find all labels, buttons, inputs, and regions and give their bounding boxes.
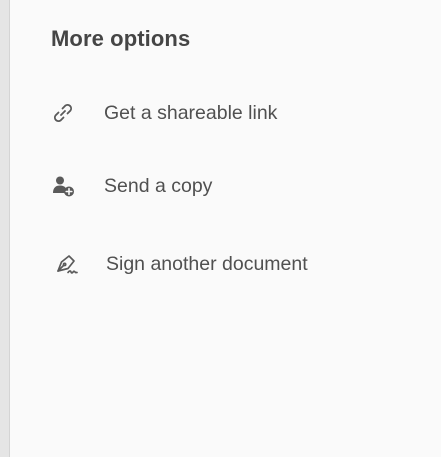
add-person-icon (48, 171, 78, 201)
send-a-copy-label: Send a copy (104, 174, 213, 197)
panel-title: More options (51, 26, 191, 51)
send-a-copy-button[interactable]: Send a copy (48, 166, 408, 206)
link-icon (48, 98, 78, 128)
get-shareable-link-button[interactable]: Get a shareable link (48, 93, 408, 133)
sign-another-document-button[interactable]: Sign another document (52, 244, 412, 284)
sign-another-document-label: Sign another document (106, 252, 308, 275)
get-shareable-link-label: Get a shareable link (104, 101, 278, 124)
pen-sign-icon (52, 249, 82, 279)
more-options-panel: More options Get a shareable link Send a… (0, 0, 441, 457)
panel-divider (0, 0, 10, 457)
